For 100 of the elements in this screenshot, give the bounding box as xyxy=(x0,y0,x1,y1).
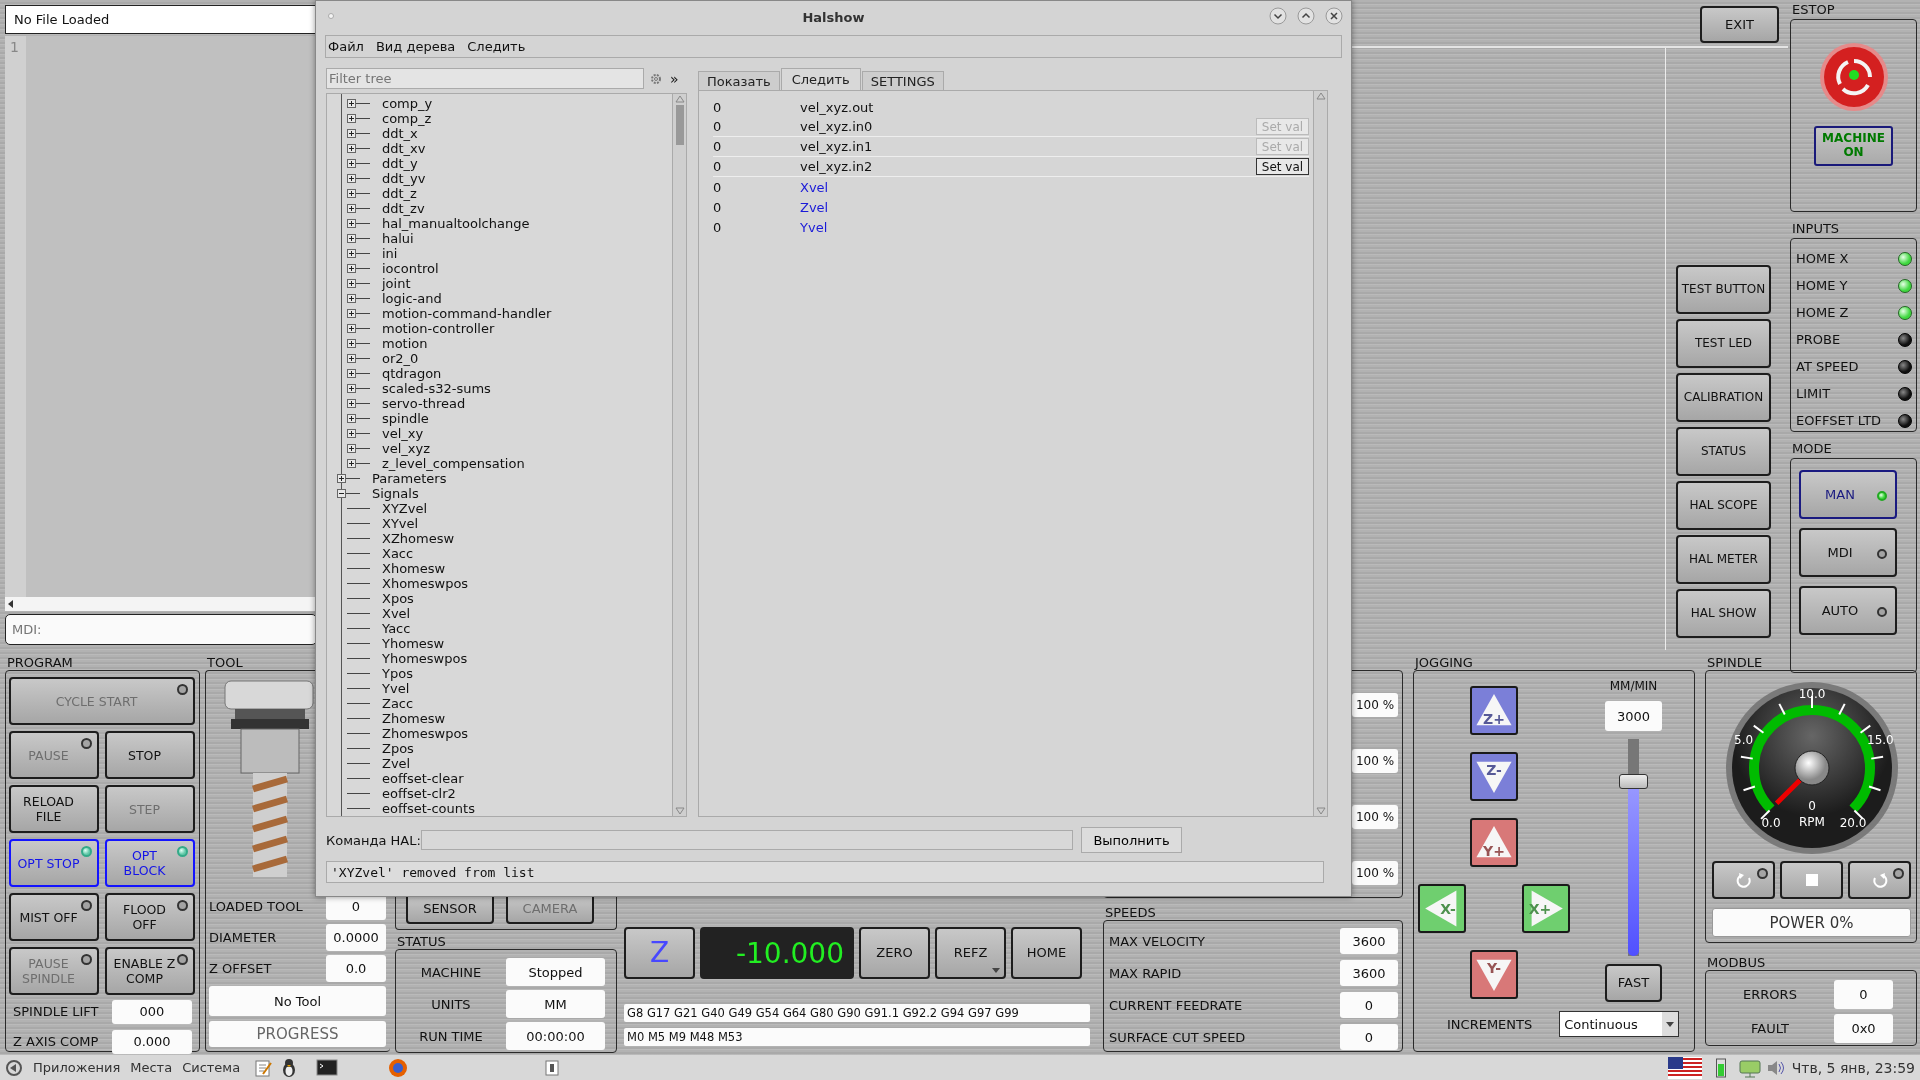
system-logo-icon[interactable] xyxy=(5,1058,23,1077)
tab[interactable]: SETTINGS xyxy=(861,71,944,90)
browser-icon[interactable] xyxy=(388,1057,409,1078)
menu-item[interactable]: Следить xyxy=(467,39,526,54)
panel-button[interactable]: HAL SHOW xyxy=(1676,589,1771,638)
panel-button[interactable]: HAL SCOPE xyxy=(1676,481,1771,530)
tree-item[interactable]: Zacc xyxy=(382,696,414,711)
scrollbar[interactable] xyxy=(5,597,317,611)
expand-icon[interactable] xyxy=(347,99,356,108)
spindle-button[interactable] xyxy=(1712,861,1775,899)
expand-button[interactable]: » xyxy=(670,70,679,87)
tree-item[interactable]: eoffset-counts xyxy=(382,801,475,816)
dro-button[interactable]: REFZ xyxy=(935,927,1006,979)
increments-dropdown[interactable]: Continuous xyxy=(1559,1011,1680,1037)
exit-button[interactable]: EXIT xyxy=(1700,6,1779,43)
expand-icon[interactable] xyxy=(347,204,356,213)
taskbar-menu[interactable]: Места xyxy=(130,1060,173,1075)
flag-icon[interactable] xyxy=(1667,1056,1702,1079)
menu-item[interactable]: Файл xyxy=(328,39,364,54)
tree-item[interactable]: Xhomesw xyxy=(382,561,446,576)
volume-icon[interactable] xyxy=(1765,1058,1786,1077)
expand-icon[interactable] xyxy=(347,369,356,378)
tree-item[interactable]: eoffset-clr2 xyxy=(382,786,456,801)
dro-button[interactable]: ZERO xyxy=(859,927,930,979)
settings-icon[interactable] xyxy=(650,72,662,85)
notepad-icon[interactable] xyxy=(254,1058,273,1077)
estop-button[interactable] xyxy=(1818,42,1889,112)
tree-item[interactable]: Signals xyxy=(372,486,419,501)
tree-item[interactable]: XZhomesw xyxy=(382,531,455,546)
dro-button[interactable]: HOME xyxy=(1011,927,1082,979)
tree-item[interactable]: Xpos xyxy=(382,591,414,606)
tree-item[interactable]: comp_y xyxy=(382,96,433,111)
tree-item[interactable]: ddt_xv xyxy=(382,141,426,156)
expand-icon[interactable] xyxy=(347,114,356,123)
program-button[interactable]: FLOOD OFF xyxy=(105,893,195,941)
tab[interactable]: Показать xyxy=(698,71,780,90)
expand-icon[interactable] xyxy=(347,144,356,153)
tree-item[interactable]: Yacc xyxy=(382,621,411,636)
scrollbar[interactable] xyxy=(672,94,686,816)
tree-item[interactable]: XYvel xyxy=(382,516,419,531)
tree-item[interactable]: iocontrol xyxy=(382,261,439,276)
tree-item[interactable]: ddt_z xyxy=(382,186,417,201)
expand-icon[interactable] xyxy=(347,219,356,228)
tree-item[interactable]: motion-controller xyxy=(382,321,495,336)
expand-icon[interactable] xyxy=(347,384,356,393)
minimize-icon[interactable] xyxy=(1269,7,1287,25)
expand-icon[interactable] xyxy=(347,174,356,183)
mode-button[interactable]: MAN xyxy=(1799,470,1897,519)
tree-item[interactable]: ddt_x xyxy=(382,126,418,141)
tree-item[interactable]: Xhomeswpos xyxy=(382,576,469,591)
tree-item[interactable]: spindle xyxy=(382,411,429,426)
spindle-button[interactable] xyxy=(1780,861,1843,899)
program-button[interactable]: RELOAD FILE xyxy=(9,785,99,833)
program-button[interactable]: MIST OFF xyxy=(9,893,99,941)
panel-button[interactable]: TEST LED xyxy=(1676,319,1771,368)
filter-field[interactable]: Filter tree xyxy=(326,68,644,89)
spindle-button[interactable] xyxy=(1848,861,1911,899)
tree-item[interactable]: Ypos xyxy=(382,666,413,681)
tree-item[interactable]: Xacc xyxy=(382,546,414,561)
expand-icon[interactable] xyxy=(347,309,356,318)
expand-icon[interactable] xyxy=(347,444,356,453)
expand-icon[interactable] xyxy=(347,339,356,348)
panel-button[interactable]: TEST BUTTON xyxy=(1676,265,1771,314)
maximize-icon[interactable] xyxy=(1297,7,1315,25)
tree-item[interactable]: XYZvel xyxy=(382,501,428,516)
tree-item[interactable]: eoffset-clear xyxy=(382,771,464,786)
tree-item[interactable]: z_level_compensation xyxy=(382,456,525,471)
expand-icon[interactable] xyxy=(347,159,356,168)
jog-button[interactable]: Z+ xyxy=(1470,686,1518,735)
slider-handle[interactable] xyxy=(1619,774,1648,790)
expand-icon[interactable] xyxy=(347,234,356,243)
jog-button[interactable]: X- xyxy=(1418,884,1466,933)
tree-item[interactable]: vel_xy xyxy=(382,426,424,441)
mode-button[interactable]: AUTO xyxy=(1799,586,1897,635)
tree-item[interactable]: comp_z xyxy=(382,111,432,126)
panel-button[interactable]: STATUS xyxy=(1676,427,1771,476)
command-field[interactable] xyxy=(421,830,1073,850)
tree-item[interactable]: scaled-s32-sums xyxy=(382,381,491,396)
jog-button[interactable]: Y+ xyxy=(1470,818,1518,867)
expand-icon[interactable] xyxy=(347,294,356,303)
tree-item[interactable]: logic-and xyxy=(382,291,442,306)
collapse-icon[interactable] xyxy=(337,489,346,498)
panel-button[interactable]: HAL METER xyxy=(1676,535,1771,584)
set-value-button[interactable]: Set val xyxy=(1256,158,1309,175)
tree-item[interactable]: ddt_y xyxy=(382,156,418,171)
tree-item[interactable]: Yhomesw xyxy=(382,636,445,651)
menu-item[interactable]: Вид дерева xyxy=(375,39,456,54)
battery-icon[interactable] xyxy=(1715,1057,1726,1078)
panel-button[interactable]: CALIBRATION xyxy=(1676,373,1771,422)
taskbar-menu[interactable]: Система xyxy=(182,1060,241,1075)
expand-icon[interactable] xyxy=(337,474,346,483)
jog-button[interactable]: Z- xyxy=(1470,752,1518,801)
expand-icon[interactable] xyxy=(347,414,356,423)
program-button[interactable]: OPT BLOCK xyxy=(105,839,195,887)
tree-item[interactable]: vel_xyz xyxy=(382,441,430,456)
terminal-icon[interactable] xyxy=(316,1058,339,1077)
tree-item[interactable]: Zpos xyxy=(382,741,414,756)
tree-item[interactable]: ddt_yv xyxy=(382,171,426,186)
expand-icon[interactable] xyxy=(347,129,356,138)
execute-button[interactable]: Выполнить xyxy=(1081,827,1182,853)
